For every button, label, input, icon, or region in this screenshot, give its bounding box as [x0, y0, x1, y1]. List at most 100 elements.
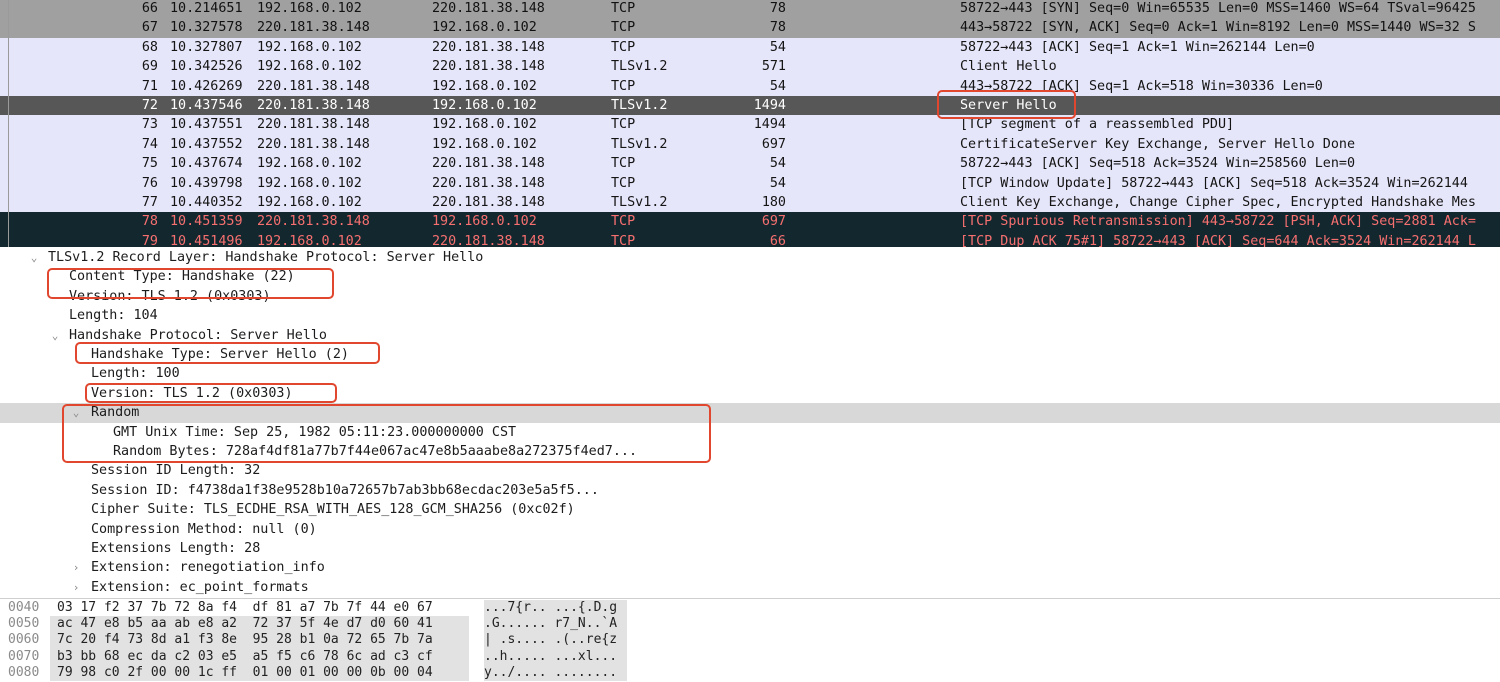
packet-info: 58722→443 [SYN] Seq=0 Win=65535 Len=0 MS…: [960, 1, 1476, 16]
packet-details-tree[interactable]: ⌄ TLSv1.2 Record Layer: Handshake Protoco…: [0, 247, 1500, 598]
detail-row[interactable]: Compression Method: null (0): [0, 520, 1500, 539]
detail-row[interactable]: GMT Unix Time: Sep 25, 1982 05:11:23.000…: [0, 423, 1500, 442]
detail-row[interactable]: ⌄ Random: [0, 403, 1500, 423]
packet-time: 10.214651: [170, 1, 243, 16]
packet-time: 10.451496: [170, 233, 243, 247]
packet-row[interactable]: 79 10.451496 192.168.0.102 220.181.38.148 TC…: [0, 231, 1500, 247]
detail-row[interactable]: Random Bytes: 728af4df81a77b7f44e067ac47…: [0, 442, 1500, 461]
packet-length: 571: [761, 59, 786, 75]
byte-offset: 0080: [8, 664, 40, 680]
chevron-down-icon[interactable]: ⌄: [49, 326, 61, 345]
packet-source: 192.168.0.102: [257, 233, 362, 247]
packet-length: 54: [769, 39, 786, 55]
packet-row[interactable]: 67 10.327578 220.181.38.148 192.168.0.102 TC…: [0, 18, 1500, 38]
packet-protocol: TCP: [611, 39, 636, 55]
packet-row[interactable]: 71 10.426269 220.181.38.148 192.168.0.102 TC…: [0, 76, 1500, 96]
packet-protocol: TCP: [611, 117, 636, 133]
packet-time: 10.437552: [170, 136, 243, 152]
packet-list[interactable]: 66 10.214651 192.168.0.102 220.181.38.148 TC…: [0, 0, 1500, 247]
packet-info: 58722→443 [ACK] Seq=1 Ack=1 Win=262144 L…: [960, 39, 1315, 55]
packet-length: 697: [761, 214, 786, 230]
detail-row[interactable]: › Extension: ec_point_formats: [0, 578, 1500, 597]
packet-destination: 220.181.38.148: [432, 175, 545, 191]
packet-info: CertificateServer Key Exchange, Server H…: [960, 136, 1356, 152]
chevron-right-icon[interactable]: ›: [70, 558, 82, 577]
packet-source: 192.168.0.102: [257, 39, 362, 55]
hex-bytes: 03 17 f2 37 7b 72 8a f4 df 81 a7 7b 7f 4…: [57, 600, 433, 615]
packet-row[interactable]: 76 10.439798 192.168.0.102 220.181.38.148 TC…: [0, 173, 1500, 193]
detail-row[interactable]: Cipher Suite: TLS_ECDHE_RSA_WITH_AES_128…: [0, 500, 1500, 519]
bytes-row[interactable]: 0040 03 17 f2 37 7b 72 8a f4 df 81 a7 7b …: [0, 600, 1500, 617]
packet-number: 66: [141, 1, 158, 16]
packet-number: 73: [141, 117, 158, 133]
detail-row[interactable]: Handshake Type: Server Hello (2): [0, 345, 1500, 364]
packet-info: 443→58722 [SYN, ACK] Seq=0 Ack=1 Win=819…: [960, 20, 1476, 36]
detail-row[interactable]: › Extension: renegotiation_info: [0, 558, 1500, 577]
packet-length: 78: [769, 20, 786, 36]
packet-row[interactable]: 68 10.327807 192.168.0.102 220.181.38.148 TC…: [0, 37, 1500, 58]
chevron-down-icon[interactable]: ⌄: [70, 403, 82, 422]
detail-text: Handshake Type: Server Hello (2): [91, 347, 349, 362]
detail-row[interactable]: ⌄ Handshake Protocol: Server Hello: [0, 326, 1500, 345]
chevron-right-icon[interactable]: ›: [70, 578, 82, 597]
bytes-row[interactable]: 0070 b3 bb 68 ec da c2 03 e5 a5 f5 c6 78 …: [0, 648, 1500, 665]
packet-row[interactable]: 69 10.342526 192.168.0.102 220.181.38.148 TL…: [0, 57, 1500, 77]
packet-source: 192.168.0.102: [257, 156, 362, 172]
detail-row[interactable]: Version: TLS 1.2 (0x0303): [0, 384, 1500, 403]
packet-length: 1494: [753, 98, 786, 113]
packet-source: 220.181.38.148: [257, 20, 370, 36]
detail-text: Session ID Length: 32: [91, 463, 261, 479]
packet-protocol: TCP: [611, 20, 636, 36]
packet-row[interactable]: 77 10.440352 192.168.0.102 220.181.38.148 TL…: [0, 193, 1500, 213]
packet-info: Server Hello: [960, 98, 1057, 113]
packet-time: 10.440352: [170, 195, 243, 210]
detail-text: Session ID: f4738da1f38e9528b10a72657b7a…: [91, 482, 599, 498]
detail-row[interactable]: Length: 100: [0, 364, 1500, 383]
detail-row[interactable]: Session ID Length: 32: [0, 461, 1500, 480]
ascii-bytes: y../.... ........: [484, 664, 627, 681]
packet-destination: 192.168.0.102: [432, 117, 537, 133]
packet-length: 54: [769, 175, 786, 191]
packet-number: 72: [141, 98, 158, 113]
packet-source: 192.168.0.102: [257, 59, 362, 75]
chevron-down-icon[interactable]: ⌄: [28, 248, 40, 267]
packet-row[interactable]: 66 10.214651 192.168.0.102 220.181.38.148 TC…: [0, 0, 1500, 19]
detail-row[interactable]: Extensions Length: 28: [0, 539, 1500, 558]
detail-text: GMT Unix Time: Sep 25, 1982 05:11:23.000…: [113, 424, 517, 440]
bytes-row[interactable]: 0060 7c 20 f4 73 8d a1 f3 8e 95 28 b1 0a …: [0, 632, 1500, 649]
detail-row[interactable]: ⌄ TLSv1.2 Record Layer: Handshake Protoco…: [0, 248, 1500, 267]
packet-row[interactable]: 78 10.451359 220.181.38.148 192.168.0.102 TC…: [0, 212, 1500, 232]
packet-info: [TCP Spurious Retransmission] 443→58722 …: [960, 214, 1476, 230]
packet-protocol: TCP: [611, 156, 636, 172]
packet-info: [TCP Dup ACK 75#1] 58722→443 [ACK] Seq=6…: [960, 233, 1476, 247]
packet-destination: 192.168.0.102: [432, 98, 537, 113]
packet-time: 10.437546: [170, 98, 243, 113]
detail-text: Version: TLS 1.2 (0x0303): [91, 385, 293, 401]
byte-offset: 0060: [8, 632, 40, 648]
ascii-bytes: | .s.... .(..re{z: [484, 632, 627, 649]
packet-destination: 220.181.38.148: [432, 39, 545, 55]
packet-row[interactable]: 72 10.437546 220.181.38.148 192.168.0.102 TL…: [0, 96, 1500, 116]
packet-time: 10.437551: [170, 117, 243, 133]
packet-time: 10.451359: [170, 214, 243, 230]
packet-source: 220.181.38.148: [257, 136, 370, 152]
bytes-row[interactable]: 0080 79 98 c0 2f 00 00 1c ff 01 00 01 00 …: [0, 664, 1500, 681]
detail-row[interactable]: Version: TLS 1.2 (0x0303): [0, 287, 1500, 306]
packet-protocol: TCP: [611, 78, 636, 94]
bytes-row[interactable]: 0050 ac 47 e8 b5 aa ab e8 a2 72 37 5f 4e …: [0, 616, 1500, 633]
hex-bytes: b3 bb 68 ec da c2 03 e5 a5 f5 c6 78 6c a…: [50, 648, 469, 665]
packet-number: 76: [141, 175, 158, 191]
detail-row[interactable]: Session ID: f4738da1f38e9528b10a72657b7a…: [0, 481, 1500, 500]
detail-row[interactable]: Content Type: Handshake (22): [0, 267, 1500, 286]
packet-row[interactable]: 75 10.437674 192.168.0.102 220.181.38.148 TC…: [0, 154, 1500, 174]
packet-row[interactable]: 74 10.437552 220.181.38.148 192.168.0.102 TL…: [0, 134, 1500, 155]
detail-row[interactable]: Length: 104: [0, 306, 1500, 325]
packet-bytes-pane[interactable]: 0040 03 17 f2 37 7b 72 8a f4 df 81 a7 7b …: [0, 598, 1500, 682]
packet-info: Client Hello: [960, 59, 1057, 75]
ascii-bytes: .G...... r7_N..`A: [484, 616, 627, 633]
packet-row[interactable]: 73 10.437551 220.181.38.148 192.168.0.102 TC…: [0, 115, 1500, 135]
detail-text: Extensions Length: 28: [91, 541, 261, 556]
packet-time: 10.437674: [170, 156, 243, 172]
detail-text: Random: [91, 405, 140, 421]
packet-length: 78: [769, 1, 786, 16]
